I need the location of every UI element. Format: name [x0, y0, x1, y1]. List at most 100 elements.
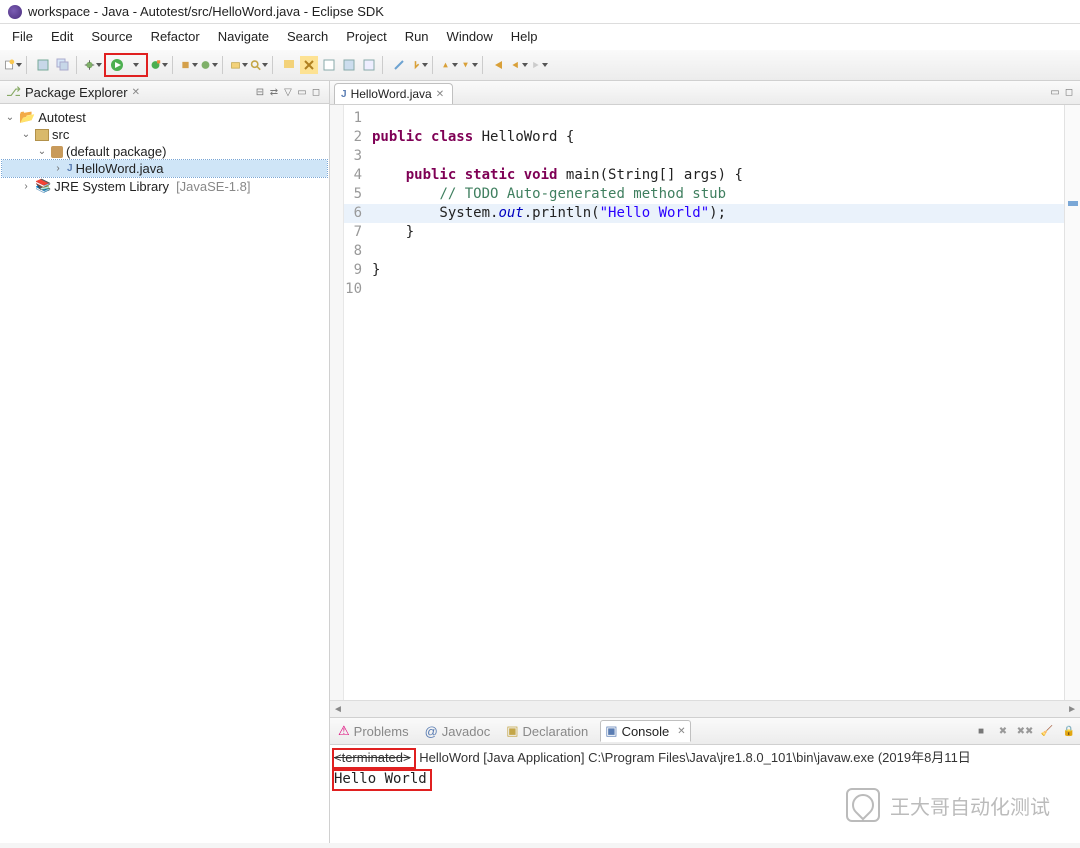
refresh-icon[interactable] [340, 56, 358, 74]
bottom-tab-bar: ⚠Problems @Javadoc ▣Declaration ▣Console… [330, 718, 1080, 745]
remove-all-icon[interactable]: ✖✖ [1018, 724, 1032, 738]
menu-navigate[interactable]: Navigate [210, 26, 277, 47]
output-highlight: Hello World [332, 769, 432, 791]
console-launch-info: HelloWord [Java Application] C:\Program … [416, 750, 971, 765]
view-menu-icon[interactable]: ▽ [281, 85, 295, 99]
package-label: (default package) [66, 144, 166, 159]
java-file-icon: J [341, 89, 347, 100]
twisty-icon[interactable]: ⌄ [36, 146, 48, 157]
tree-file-node[interactable]: › J HelloWord.java [2, 160, 327, 177]
menu-file[interactable]: File [4, 26, 41, 47]
menu-search[interactable]: Search [279, 26, 336, 47]
new-type-button[interactable] [200, 56, 218, 74]
back-button[interactable] [490, 56, 508, 74]
library-icon: 📚 [35, 178, 51, 194]
link-editor-icon[interactable]: ⇄ [267, 85, 281, 99]
console-output[interactable]: Hello World [330, 771, 1080, 843]
menu-edit[interactable]: Edit [43, 26, 81, 47]
step-icon[interactable] [410, 56, 428, 74]
scroll-right-icon[interactable]: ► [1067, 704, 1077, 715]
project-icon: 📂 [19, 109, 35, 125]
file-label: HelloWord.java [76, 161, 164, 176]
minimize-view-icon[interactable]: ▭ [295, 85, 309, 99]
overview-ruler[interactable] [1064, 105, 1080, 700]
tree-library-node[interactable]: › 📚 JRE System Library [JavaSE-1.8] [2, 177, 327, 195]
open-type-button[interactable] [230, 56, 248, 74]
editor-body[interactable]: 1 2public class HelloWord { 3 4 public s… [330, 105, 1080, 700]
run-dropdown[interactable] [126, 56, 144, 74]
terminate-icon[interactable]: ■ [974, 724, 988, 738]
ext-tools-button[interactable] [150, 56, 168, 74]
twisty-icon[interactable]: › [52, 163, 64, 174]
bottom-panel: ⚠Problems @Javadoc ▣Declaration ▣Console… [330, 717, 1080, 843]
collapse-all-icon[interactable]: ⊟ [253, 85, 267, 99]
overview-marker[interactable] [1068, 201, 1078, 206]
console-icon: ▣ [605, 723, 617, 739]
package-explorer-header: ⎇ Package Explorer ✕ ⊟ ⇄ ▽ ▭ ◻ [0, 81, 329, 104]
twisty-icon[interactable]: ⌄ [20, 129, 32, 140]
remove-launch-icon[interactable]: ✖ [996, 724, 1010, 738]
clear-console-icon[interactable]: 🧹 [1040, 724, 1054, 738]
package-explorer-tree[interactable]: ⌄ 📂 Autotest ⌄ src ⌄ (default package) ›… [0, 104, 329, 199]
menu-refactor[interactable]: Refactor [143, 26, 208, 47]
main-toolbar [0, 49, 1080, 81]
menu-window[interactable]: Window [439, 26, 501, 47]
save-button[interactable] [34, 56, 52, 74]
back-dropdown[interactable] [510, 56, 528, 74]
package-explorer-view: ⎇ Package Explorer ✕ ⊟ ⇄ ▽ ▭ ◻ ⌄ 📂 Autot… [0, 81, 330, 843]
eclipse-icon [8, 5, 22, 19]
debug-button[interactable] [84, 56, 102, 74]
problems-icon: ⚠ [338, 723, 350, 739]
declaration-tab[interactable]: ▣Declaration [502, 721, 592, 741]
wand-icon[interactable] [390, 56, 408, 74]
editor-horizontal-scrollbar[interactable]: ◄► [330, 700, 1080, 717]
close-view-icon[interactable]: ✕ [132, 87, 140, 98]
src-folder-icon [35, 129, 49, 141]
new-button[interactable] [4, 56, 22, 74]
forward-dropdown[interactable] [530, 56, 548, 74]
editor-area: J HelloWord.java ✕ ▭ ◻ 1 2public class H… [330, 81, 1080, 843]
save-all-button[interactable] [54, 56, 72, 74]
tree-package-node[interactable]: ⌄ (default package) [2, 143, 327, 160]
tree-project-node[interactable]: ⌄ 📂 Autotest [2, 108, 327, 126]
src-label: src [52, 127, 69, 142]
console-tab[interactable]: ▣Console✕ [600, 720, 690, 742]
editor-tab[interactable]: J HelloWord.java ✕ [334, 83, 453, 104]
menu-project[interactable]: Project [338, 26, 394, 47]
new-package-button[interactable] [180, 56, 198, 74]
editor-tab-label: HelloWord.java [351, 87, 432, 101]
library-label: JRE System Library [54, 179, 169, 194]
toggle-mark-icon[interactable] [300, 56, 318, 74]
menu-run[interactable]: Run [397, 26, 437, 47]
toggle-comment-icon[interactable] [280, 56, 298, 74]
maximize-view-icon[interactable]: ◻ [309, 85, 323, 99]
code-area[interactable]: 1 2public class HelloWord { 3 4 public s… [344, 105, 1064, 700]
menu-source[interactable]: Source [83, 26, 140, 47]
library-suffix: [JavaSE-1.8] [176, 179, 250, 194]
close-tab-icon[interactable]: ✕ [436, 89, 444, 100]
console-output-text: Hello World [334, 771, 427, 787]
problems-tab[interactable]: ⚠Problems [334, 721, 413, 741]
next-annotation-button[interactable] [460, 56, 478, 74]
prev-annotation-button[interactable] [440, 56, 458, 74]
javadoc-tab[interactable]: @Javadoc [421, 722, 495, 741]
minimize-editor-icon[interactable]: ▭ [1048, 86, 1062, 100]
search-button[interactable] [250, 56, 268, 74]
close-tab-icon[interactable]: ✕ [677, 726, 685, 737]
twisty-icon[interactable]: ⌄ [4, 112, 16, 123]
scroll-left-icon[interactable]: ◄ [333, 704, 343, 715]
format-icon[interactable] [320, 56, 338, 74]
twisty-icon[interactable]: › [20, 181, 32, 192]
java-file-icon: J [67, 163, 73, 174]
menu-help[interactable]: Help [503, 26, 546, 47]
menu-bar: File Edit Source Refactor Navigate Searc… [0, 24, 1080, 49]
editor-tab-bar: J HelloWord.java ✕ ▭ ◻ [330, 81, 1080, 105]
outline-icon[interactable] [360, 56, 378, 74]
tree-src-node[interactable]: ⌄ src [2, 126, 327, 143]
editor-marker-bar[interactable] [330, 105, 344, 700]
package-icon [51, 146, 63, 158]
maximize-editor-icon[interactable]: ◻ [1062, 86, 1076, 100]
scroll-lock-icon[interactable]: 🔒 [1062, 724, 1076, 738]
run-button[interactable] [108, 56, 126, 74]
window-title: workspace - Java - Autotest/src/HelloWor… [28, 4, 384, 19]
